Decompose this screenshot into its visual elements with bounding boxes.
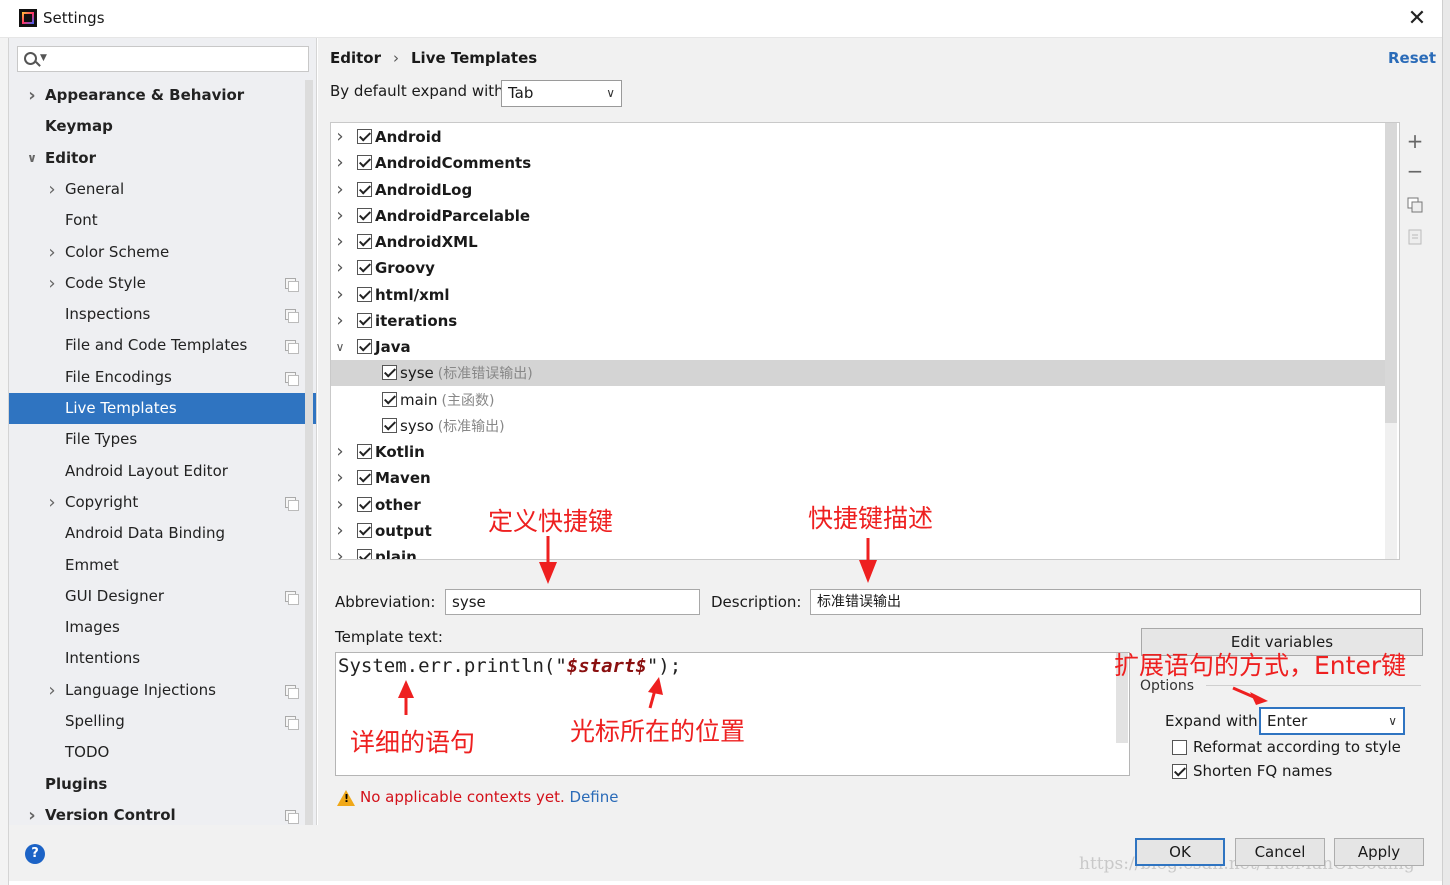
arrow-head-expand-with bbox=[1250, 692, 1268, 705]
arrow-head-statement bbox=[398, 680, 414, 698]
arrow-head-cursor bbox=[648, 677, 663, 695]
arrow-head-abbreviation bbox=[539, 562, 557, 584]
arrow-head-description bbox=[859, 560, 877, 583]
settings-window: Settings ✕ ▼ › Appearance & Behavior Keyma… bbox=[0, 0, 1450, 885]
annotation-arrows bbox=[398, 536, 1268, 715]
